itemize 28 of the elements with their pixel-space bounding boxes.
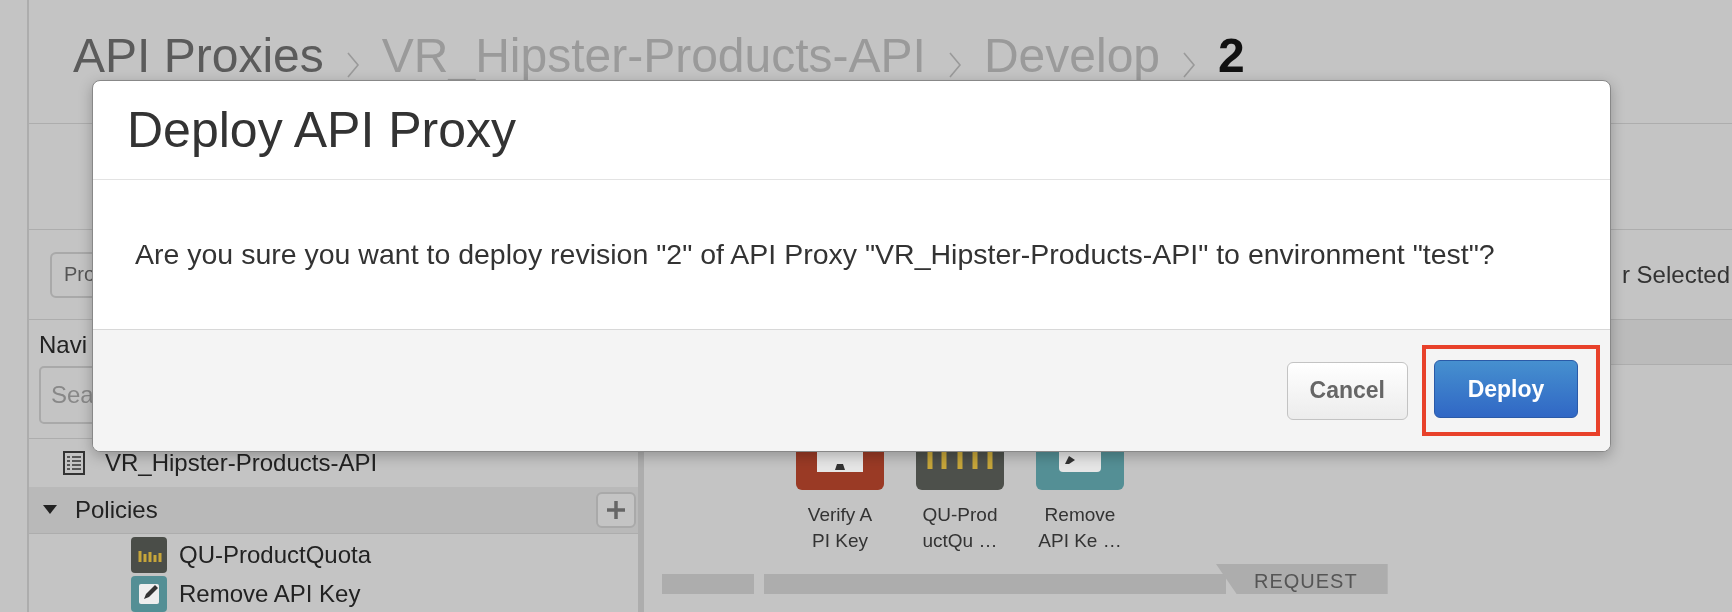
dialog-title: Deploy API Proxy bbox=[127, 101, 517, 159]
add-button[interactable] bbox=[596, 492, 636, 528]
selection-status: r Selected bbox=[1621, 260, 1730, 289]
step-label: QU-Prod uctQu … bbox=[922, 503, 998, 553]
caret-icon[interactable] bbox=[43, 505, 57, 515]
flow-direction-tag: REQUEST bbox=[1216, 564, 1388, 594]
tree-item[interactable]: VR_Hipster-Products-API bbox=[105, 449, 378, 477]
tree-folder[interactable]: Policies bbox=[75, 496, 158, 524]
tree-item[interactable]: QU-ProductQuota bbox=[179, 541, 372, 569]
edit-icon[interactable] bbox=[1036, 452, 1124, 490]
lock-icon[interactable] bbox=[796, 452, 884, 490]
cancel-button[interactable]: Cancel bbox=[1286, 361, 1408, 420]
navigator-label: Navi bbox=[38, 330, 88, 360]
step-label: Verify A PI Key bbox=[807, 503, 873, 553]
chevron-icon bbox=[345, 52, 360, 78]
meter-icon[interactable] bbox=[916, 452, 1004, 490]
breadcrumb-item[interactable]: API Proxies bbox=[73, 30, 324, 82]
list-icon bbox=[63, 451, 85, 475]
chevron-icon bbox=[1182, 52, 1197, 78]
tree-item[interactable]: Remove API Key bbox=[179, 580, 361, 608]
edit-icon bbox=[131, 576, 167, 612]
breadcrumb-item: 2 bbox=[1218, 30, 1245, 82]
chevron-icon bbox=[947, 52, 962, 78]
confirmation-message: Are you sure you want to deploy revision "2" of API Proxy "VR_Hipster-Products-API" to environment "test"? bbox=[135, 238, 1495, 271]
meter-icon bbox=[131, 537, 167, 573]
plus-icon bbox=[606, 500, 626, 520]
step-label: Remove API Ke … bbox=[1038, 503, 1122, 553]
deploy-button[interactable]: Deploy bbox=[1434, 360, 1578, 418]
